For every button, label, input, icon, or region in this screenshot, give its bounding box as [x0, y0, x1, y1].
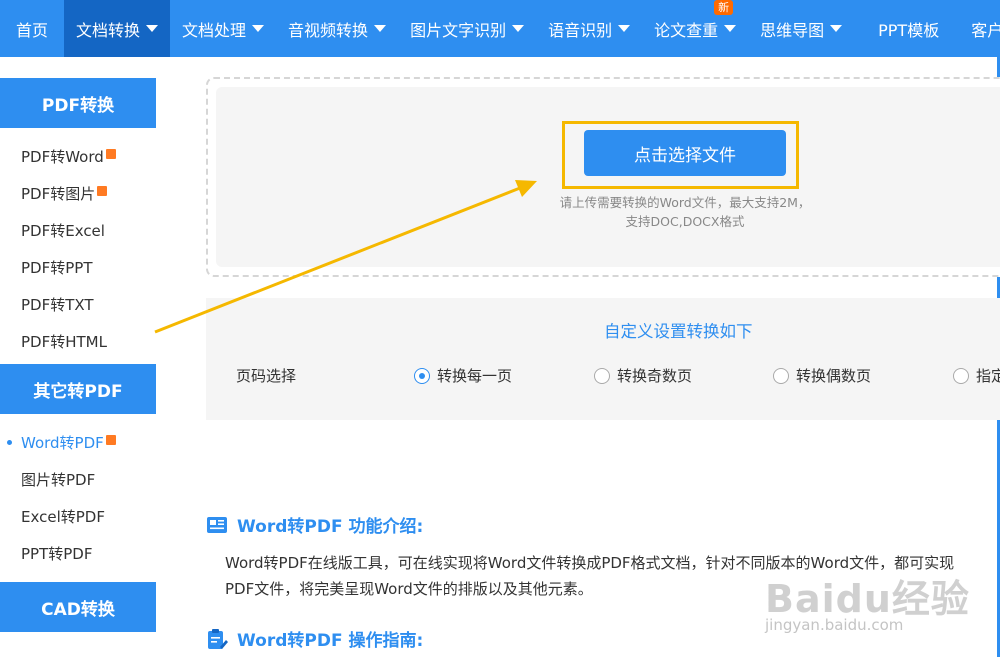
sidebar-item-label: PDF转Word — [21, 148, 104, 166]
watermark-url: jingyan.baidu.com — [765, 616, 904, 634]
nav-home[interactable]: 首页 — [0, 0, 64, 57]
sidebar-item-label: 图片转PDF — [21, 471, 96, 489]
top-nav: 首页 文档转换 文档处理 音视频转换 图片文字识别 语音识别 论文查重 新 思维导… — [0, 0, 1000, 57]
nav-ocr-label: 图片文字识别 — [410, 20, 507, 40]
baidu-watermark: Baidu经验 jingyan.baidu.com — [765, 568, 1000, 657]
guide-heading-text: Word转PDF 操作指南: — [237, 631, 424, 651]
nav-ppt-template-label: PPT模板 — [878, 20, 940, 40]
radio-checked-icon — [414, 367, 430, 384]
sidebar-item-label: PPT转PDF — [21, 545, 93, 563]
new-badge: 新 — [714, 0, 734, 15]
nav-ocr[interactable]: 图片文字识别 — [398, 0, 536, 57]
nav-ppt-template[interactable]: PPT模板 — [854, 0, 963, 57]
hot-icon — [105, 434, 116, 445]
document-icon — [207, 516, 227, 533]
upload-hint-line1: 请上传需要转换的Word文件，最大支持2M， — [559, 195, 811, 210]
chevron-down-icon — [374, 25, 387, 32]
chevron-down-icon — [618, 25, 631, 32]
hot-icon — [97, 185, 108, 196]
nav-doc-process[interactable]: 文档处理 — [170, 0, 276, 57]
choose-file-button[interactable]: 点击选择文件 — [584, 130, 786, 176]
sidebar-item-pdf-to-html[interactable]: PDF转HTML — [0, 323, 156, 360]
radio-unchecked-icon — [953, 367, 969, 384]
sidebar-section-cad: CAD转换 — [0, 582, 156, 632]
upload-hint-line2: 支持DOC,DOCX格式 — [625, 214, 745, 229]
nav-plagiarism[interactable]: 论文查重 新 — [642, 0, 748, 57]
sidebar-item-label: PDF转图片 — [21, 185, 96, 203]
sidebar-item-ppt-to-pdf[interactable]: PPT转PDF — [0, 535, 156, 572]
sidebar-heading-to-pdf[interactable]: 其它转PDF — [0, 364, 156, 414]
nav-av-convert-label: 音视频转换 — [288, 20, 369, 40]
sidebar-item-label: PDF转TXT — [21, 296, 94, 314]
nav-doc-process-label: 文档处理 — [182, 20, 247, 40]
radio-odd-pages[interactable]: 转换奇数页 — [594, 365, 692, 386]
guide-heading: Word转PDF 操作指南: — [206, 626, 423, 651]
sidebar-section-pdf: PDF转换 PDF转Word PDF转图片 PDF转Excel PDF转PPT … — [0, 78, 156, 364]
nav-av-convert[interactable]: 音视频转换 — [276, 0, 398, 57]
radio-label: 指定 — [976, 367, 1000, 385]
clipboard-edit-icon — [208, 628, 228, 649]
sidebar-item-pdf-to-excel[interactable]: PDF转Excel — [0, 212, 156, 249]
sidebar-item-pdf-to-word[interactable]: PDF转Word — [0, 138, 156, 175]
chevron-down-icon — [512, 25, 525, 32]
radio-even-pages[interactable]: 转换偶数页 — [773, 365, 871, 386]
watermark-logo: Baidu经验 — [765, 577, 970, 621]
sidebar-item-label: Word转PDF — [21, 434, 104, 452]
sidebar-heading-pdf[interactable]: PDF转换 — [0, 78, 156, 128]
sidebar-item-image-to-pdf[interactable]: 图片转PDF — [0, 461, 156, 498]
sidebar-item-pdf-to-image[interactable]: PDF转图片 — [0, 175, 156, 212]
sidebar-section-to-pdf: 其它转PDF Word转PDF 图片转PDF Excel转PDF PPT转PDF — [0, 364, 156, 582]
sidebar-list-to-pdf: Word转PDF 图片转PDF Excel转PDF PPT转PDF — [0, 414, 156, 582]
upload-hint: 请上传需要转换的Word文件，最大支持2M， 支持DOC,DOCX格式 — [520, 193, 850, 231]
sidebar-item-label: Excel转PDF — [21, 508, 105, 526]
sidebar-item-label: PDF转Excel — [21, 222, 105, 240]
chevron-down-icon — [830, 25, 843, 32]
radio-label: 转换奇数页 — [617, 367, 693, 385]
settings-panel: 自定义设置转换如下 页码选择 转换每一页 转换奇数页 转换偶数页 指定 — [206, 298, 1000, 420]
chevron-down-icon — [724, 25, 737, 32]
settings-title: 自定义设置转换如下 — [604, 322, 753, 341]
radio-every-page[interactable]: 转换每一页 — [414, 365, 512, 386]
nav-plagiarism-label: 论文查重 — [654, 20, 719, 40]
radio-label: 转换每一页 — [437, 367, 513, 385]
page-select-label: 页码选择 — [236, 367, 297, 385]
chevron-down-icon — [146, 25, 159, 32]
sidebar-item-pdf-to-txt[interactable]: PDF转TXT — [0, 286, 156, 323]
nav-mindmap-label: 思维导图 — [760, 20, 825, 40]
sidebar-list-pdf: PDF转Word PDF转图片 PDF转Excel PDF转PPT PDF转TX… — [0, 128, 156, 364]
nav-doc-convert-label: 文档转换 — [76, 20, 141, 40]
intro-heading-text: Word转PDF 功能介绍: — [237, 517, 424, 537]
nav-speech-label: 语音识别 — [548, 20, 613, 40]
nav-mindmap[interactable]: 思维导图 — [748, 0, 854, 57]
intro-heading: Word转PDF 功能介绍: — [206, 512, 423, 537]
nav-doc-convert[interactable]: 文档转换 — [64, 0, 171, 57]
active-dot-icon — [7, 440, 12, 445]
radio-unchecked-icon — [594, 367, 610, 384]
hot-icon — [105, 148, 116, 159]
nav-home-label: 首页 — [16, 20, 49, 40]
sidebar: PDF转换 PDF转Word PDF转图片 PDF转Excel PDF转PPT … — [0, 78, 156, 632]
sidebar-heading-cad[interactable]: CAD转换 — [0, 582, 156, 632]
radio-label: 转换偶数页 — [796, 367, 872, 385]
radio-specified-pages[interactable]: 指定 — [953, 365, 1000, 386]
sidebar-item-excel-to-pdf[interactable]: Excel转PDF — [0, 498, 156, 535]
nav-speech[interactable]: 语音识别 — [536, 0, 642, 57]
nav-client-label: 客户 — [971, 20, 1000, 40]
sidebar-item-pdf-to-ppt[interactable]: PDF转PPT — [0, 249, 156, 286]
sidebar-item-word-to-pdf[interactable]: Word转PDF — [0, 424, 156, 461]
radio-unchecked-icon — [773, 367, 789, 384]
sidebar-item-label: PDF转HTML — [21, 333, 107, 351]
chevron-down-icon — [252, 25, 265, 32]
sidebar-item-label: PDF转PPT — [21, 259, 93, 277]
nav-client[interactable]: 客户 — [963, 0, 1000, 57]
